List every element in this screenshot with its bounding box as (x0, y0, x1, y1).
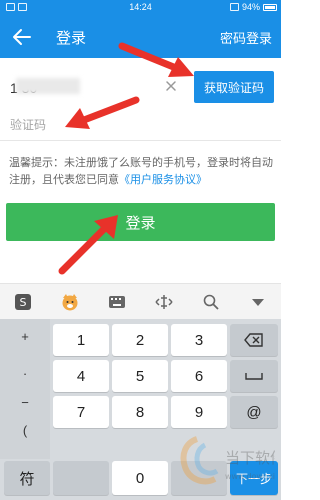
svg-text:S: S (20, 296, 27, 309)
collapse-keyboard-icon[interactable] (248, 292, 268, 312)
login-button[interactable]: 登录 (6, 203, 275, 241)
symbol-key[interactable]: . (0, 363, 50, 378)
backspace-icon (244, 333, 263, 347)
battery-icon (263, 3, 277, 11)
symbol-key[interactable]: − (0, 395, 50, 410)
digit-key[interactable]: 4 (53, 360, 109, 392)
digit-key[interactable]: 0 (112, 461, 168, 495)
digit-key[interactable]: 3 (171, 324, 227, 356)
ime-toolbar: S (0, 283, 281, 319)
annotation-arrow-right (118, 42, 194, 77)
divider (0, 140, 281, 141)
sogou-logo-icon[interactable]: S (13, 292, 33, 312)
watermark-text: 当下软件园 (225, 449, 275, 467)
symbol-key[interactable]: + (0, 329, 50, 344)
digit-key[interactable]: 8 (112, 396, 168, 428)
digit-key[interactable]: 2 (112, 324, 168, 356)
symbol-key[interactable]: ( (0, 423, 50, 438)
back-arrow-icon[interactable] (10, 25, 34, 49)
user-agreement-link[interactable]: 《用户服务协议》 (119, 174, 207, 186)
keyboard-icon[interactable] (107, 292, 127, 312)
search-icon[interactable] (201, 292, 221, 312)
keyboard-switch-key[interactable] (53, 461, 109, 495)
digit-key[interactable]: 5 (112, 360, 168, 392)
digit-key[interactable]: 6 (171, 360, 227, 392)
status-right-icons: 94% (229, 2, 277, 12)
get-code-button[interactable]: 获取验证码 (194, 71, 274, 103)
space-icon (245, 373, 263, 380)
annotation-arrow-left (65, 96, 140, 129)
code-input[interactable]: 验证码 (10, 116, 46, 133)
phone-blur-mask (16, 78, 80, 94)
downxia-watermark: 当下软件园 www.downxia.com (180, 436, 275, 485)
digit-key[interactable]: 9 (171, 396, 227, 428)
digit-key[interactable]: 1 (53, 324, 109, 356)
annotation-arrow-up (58, 215, 118, 275)
status-bar: 14:24 94% (0, 0, 281, 16)
battery-percent: 94% (241, 2, 260, 12)
emoji-icon[interactable] (60, 292, 80, 312)
page-title: 登录 (56, 30, 87, 47)
watermark-url: www.downxia.com (225, 472, 275, 481)
symbol-switch-key[interactable]: 符 (4, 461, 50, 495)
cursor-move-icon[interactable] (154, 292, 174, 312)
space-key[interactable] (230, 360, 278, 392)
backspace-key[interactable] (230, 324, 278, 356)
at-key[interactable]: @ (230, 396, 278, 428)
alarm-icon (229, 3, 239, 11)
code-row: 验证码 (0, 116, 281, 140)
symbol-column: + . − ( (0, 319, 50, 459)
password-login-link[interactable]: 密码登录 (220, 28, 272, 47)
notice-text: 温馨提示：未注册饿了么账号的手机号，登录时将自动注册，且代表您已同意《用户服务协… (9, 155, 274, 189)
digit-key[interactable]: 7 (53, 396, 109, 428)
